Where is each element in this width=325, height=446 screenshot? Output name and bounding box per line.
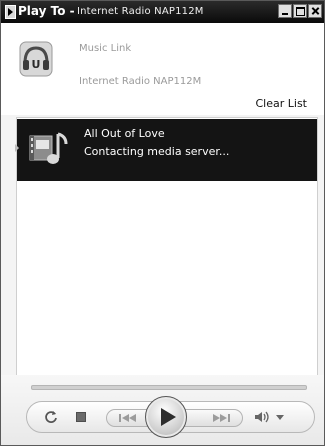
- volume-dropdown-icon[interactable]: [276, 415, 284, 420]
- playback-controls-area: [1, 375, 324, 445]
- maximize-button[interactable]: [293, 4, 307, 18]
- play-icon: [161, 408, 176, 426]
- stop-icon[interactable]: [76, 412, 86, 422]
- minimize-button[interactable]: [278, 4, 292, 18]
- play-to-app-icon: [5, 5, 16, 19]
- window-title: Play To -: [18, 4, 75, 18]
- window-title-device: Internet Radio NAP112M: [77, 6, 204, 17]
- header: U Music Link Internet Radio NAP112M Clea…: [1, 23, 324, 115]
- music-media-icon: [29, 132, 68, 164]
- headphones-device-icon: U: [19, 41, 53, 77]
- window-buttons: [278, 4, 322, 18]
- track-title: All Out of Love: [84, 127, 165, 140]
- playlist[interactable]: All Out of Love Contacting media server.…: [15, 117, 318, 376]
- next-icon[interactable]: [208, 413, 232, 423]
- now-playing-marker-icon: [15, 144, 19, 152]
- seek-bar[interactable]: [31, 385, 307, 390]
- playlist-item[interactable]: All Out of Love Contacting media server.…: [15, 119, 317, 181]
- device-label: Internet Radio NAP112M: [79, 76, 202, 87]
- play-button[interactable]: [145, 396, 187, 438]
- play-to-window: Play To - Internet Radio NAP112M U Music…: [0, 0, 325, 446]
- title-bar[interactable]: Play To - Internet Radio NAP112M: [1, 1, 324, 23]
- track-status: Contacting media server...: [84, 145, 230, 158]
- clear-list-link[interactable]: Clear List: [256, 97, 308, 110]
- svg-text:U: U: [32, 58, 41, 71]
- close-button[interactable]: [308, 4, 322, 18]
- source-label: Music Link: [79, 43, 132, 54]
- repeat-icon[interactable]: [44, 410, 58, 424]
- volume-icon[interactable]: [254, 410, 272, 424]
- control-bar: [26, 396, 315, 438]
- previous-icon[interactable]: [117, 413, 141, 423]
